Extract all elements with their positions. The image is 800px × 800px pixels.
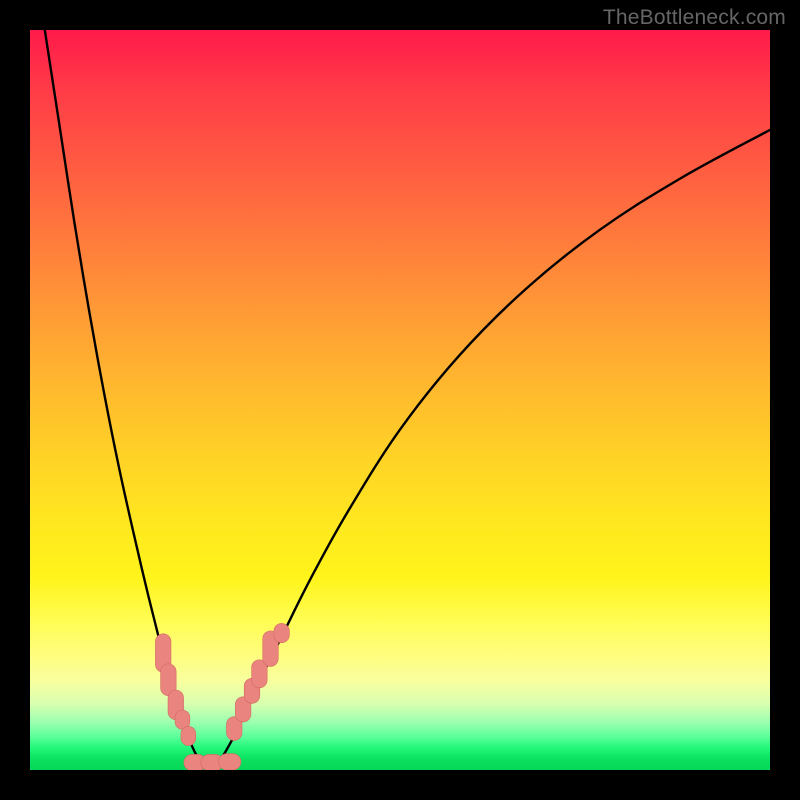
bottleneck-curve bbox=[45, 30, 770, 767]
watermark-text: TheBottleneck.com bbox=[603, 6, 786, 30]
curve-layer bbox=[30, 30, 770, 770]
curve-marker bbox=[181, 726, 196, 745]
chart-frame: TheBottleneck.com bbox=[0, 0, 800, 800]
marker-group bbox=[155, 623, 289, 770]
curve-marker bbox=[219, 754, 241, 770]
plot-area bbox=[30, 30, 770, 770]
curve-marker bbox=[274, 623, 290, 642]
